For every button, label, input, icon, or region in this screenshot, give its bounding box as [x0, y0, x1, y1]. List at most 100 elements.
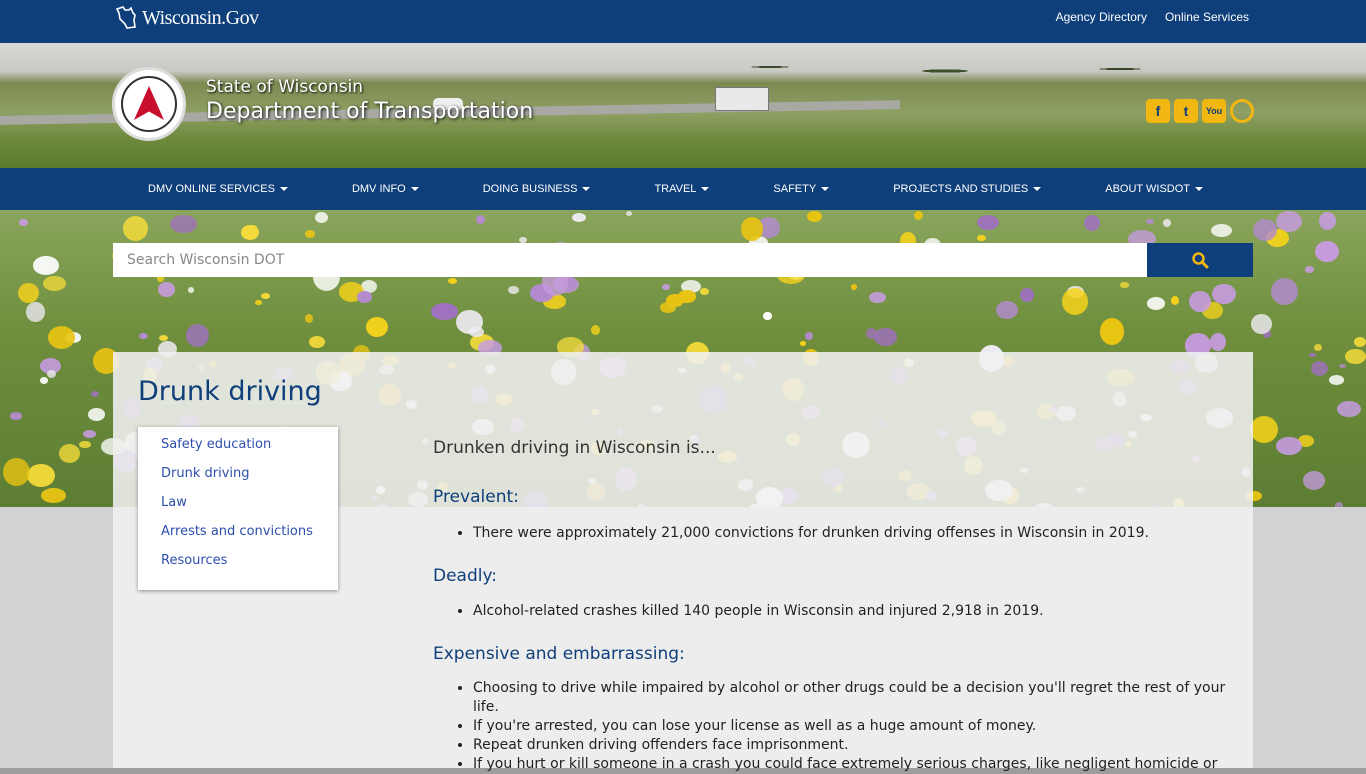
- sidenav-safety-education[interactable]: Safety education: [161, 437, 271, 452]
- list-item: If you're arrested, you can lose your li…: [473, 717, 1253, 736]
- banner-trees: [560, 43, 1260, 83]
- wildflower: [800, 341, 806, 346]
- expensive-list: Choosing to drive while impaired by alco…: [433, 679, 1253, 774]
- search-icon: [1191, 251, 1209, 269]
- wildflower: [1210, 333, 1226, 350]
- page-title: Drunk driving: [138, 376, 322, 407]
- wisconsin-state-icon: [114, 5, 138, 31]
- wildflower: [158, 282, 175, 297]
- caret-down-icon: [411, 187, 419, 191]
- section-heading-deadly: Deadly:: [433, 566, 497, 586]
- wildflower: [59, 444, 80, 463]
- wildflower: [315, 212, 328, 223]
- wildflower: [3, 458, 30, 486]
- nav-safety[interactable]: SAFETY: [738, 168, 845, 210]
- wildflower: [807, 211, 822, 222]
- wildflower: [662, 284, 670, 289]
- wildflower: [1337, 401, 1360, 417]
- nav-label: DMV ONLINE SERVICES: [148, 183, 275, 195]
- wildflower: [26, 302, 45, 322]
- wildflower: [572, 213, 586, 222]
- wildflower: [763, 312, 772, 321]
- wildflower: [874, 328, 897, 345]
- nav-about-wisdot[interactable]: ABOUT WISDOT: [1070, 168, 1253, 210]
- search-input[interactable]: [113, 243, 1147, 277]
- youtube-icon[interactable]: You: [1202, 99, 1226, 123]
- wildflower: [91, 391, 99, 397]
- wildflower: [1020, 288, 1034, 302]
- wildflower: [1147, 297, 1165, 310]
- wildflower: [188, 287, 195, 293]
- agency-directory-link[interactable]: Agency Directory: [1056, 10, 1147, 24]
- wisconsin-gov-text: Wisconsin.Gov: [142, 7, 259, 30]
- department-title[interactable]: Department of Transportation: [206, 99, 533, 124]
- podcast-icon[interactable]: [1230, 99, 1254, 123]
- wildflower: [1305, 266, 1314, 273]
- wildflower: [1163, 219, 1172, 227]
- wildflower: [1212, 284, 1236, 305]
- wildflower: [1319, 212, 1336, 230]
- state-title: State of Wisconsin: [206, 77, 363, 97]
- sidenav-drunk-driving[interactable]: Drunk driving: [161, 466, 250, 481]
- top-bar: Wisconsin.Gov Agency Directory Online Se…: [0, 0, 1366, 43]
- section-heading-prevalent: Prevalent:: [433, 487, 519, 507]
- wildflower: [1339, 364, 1346, 368]
- top-links: Agency Directory Online Services: [1056, 10, 1249, 24]
- wildflower: [666, 294, 684, 307]
- wildflower: [469, 327, 483, 337]
- nav-label: DOING BUSINESS: [483, 183, 578, 195]
- nav-label: TRAVEL: [654, 183, 696, 195]
- wildflower: [19, 219, 28, 226]
- list-item: If you hurt or kill someone in a crash y…: [473, 755, 1253, 774]
- wildflower: [305, 230, 315, 238]
- wildflower: [431, 303, 458, 319]
- wildflower: [123, 216, 148, 241]
- wildflower: [508, 286, 519, 294]
- wildflower: [741, 217, 763, 241]
- nav-doing-business[interactable]: DOING BUSINESS: [448, 168, 607, 210]
- sidenav-law[interactable]: Law: [161, 495, 187, 510]
- nav-travel[interactable]: TRAVEL: [619, 168, 725, 210]
- wildflower: [1211, 224, 1232, 237]
- wildflower: [805, 332, 813, 340]
- twitter-icon[interactable]: t: [1174, 99, 1198, 123]
- wildflower: [1335, 502, 1343, 507]
- nav-label: SAFETY: [773, 183, 816, 195]
- caret-down-icon: [1195, 187, 1203, 191]
- search-button[interactable]: [1147, 243, 1253, 277]
- wildflower: [309, 336, 325, 348]
- wildflower: [1329, 375, 1345, 385]
- wildflower: [170, 215, 197, 234]
- nav-label: ABOUT WISDOT: [1105, 183, 1190, 195]
- wildflower: [1120, 282, 1128, 287]
- social-links: f t You: [1146, 99, 1254, 123]
- wildflower: [977, 235, 985, 242]
- nav-label: DMV INFO: [352, 183, 406, 195]
- wildflower: [1303, 471, 1325, 490]
- wildflower: [1311, 361, 1328, 376]
- wisconsin-gov-logo[interactable]: Wisconsin.Gov: [114, 5, 259, 31]
- wildflower: [1315, 241, 1339, 262]
- facebook-icon[interactable]: f: [1146, 99, 1170, 123]
- main-nav: DMV ONLINE SERVICES DMV INFO DOING BUSIN…: [0, 168, 1366, 210]
- wildflower: [1253, 219, 1277, 241]
- nav-dmv-info[interactable]: DMV INFO: [317, 168, 435, 210]
- wildflower: [18, 283, 39, 303]
- nav-dmv-online-services[interactable]: DMV ONLINE SERVICES: [113, 168, 304, 210]
- wildflower: [1084, 215, 1101, 231]
- wisdot-seal-logo[interactable]: [112, 67, 186, 141]
- wildflower: [83, 430, 96, 438]
- list-item: Alcohol-related crashes killed 140 peopl…: [473, 602, 1253, 621]
- list-item: Choosing to drive while impaired by alco…: [473, 679, 1253, 717]
- caret-down-icon: [280, 187, 288, 191]
- sidenav-arrests-and-convictions[interactable]: Arrests and convictions: [161, 524, 313, 539]
- nav-projects-and-studies[interactable]: PROJECTS AND STUDIES: [858, 168, 1057, 210]
- sidenav-resources[interactable]: Resources: [161, 553, 227, 568]
- list-item: Repeat drunken driving offenders face im…: [473, 736, 1253, 755]
- caret-down-icon: [701, 187, 709, 191]
- wildflower: [626, 211, 632, 216]
- wildflower: [996, 301, 1018, 319]
- wildflower: [305, 314, 313, 323]
- wildflower: [1345, 349, 1365, 363]
- online-services-link[interactable]: Online Services: [1165, 10, 1249, 24]
